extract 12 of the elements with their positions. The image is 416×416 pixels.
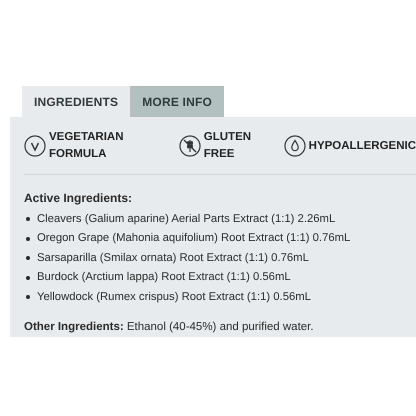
tab[interactable]: INGREDIENTS bbox=[22, 86, 130, 117]
other-ingredients-text: Other Ingredients: Ethanol (40-45%) and purified water. bbox=[24, 320, 315, 335]
tab[interactable]: MORE INFO bbox=[130, 86, 224, 117]
ingredient-item: Yellowdock (Rumex crispus) Root Extract (1:1) 0.56mL bbox=[37, 290, 311, 305]
feature-label: HYPOALLERGENIC bbox=[308, 138, 416, 154]
feature-label: GLUTEN FREE bbox=[204, 130, 252, 162]
ingredient-item: Cleavers (Galium aparine) Aerial Parts Extract (1:1) 2.26mL bbox=[37, 212, 336, 227]
section-heading: Active Ingredients: bbox=[24, 190, 134, 206]
ingredient-item: Burdock (Arctium lappa) Root Extract (1:1) 0.56mL bbox=[37, 270, 291, 286]
ingredient-item: Sarsaparilla (Smilax ornata) Root Extract (1:1) 0.76mL bbox=[37, 250, 309, 266]
feature-label: VEGETARIAN FORMULA bbox=[49, 130, 125, 162]
ingredient-item: Oregon Grape (Mahonia aquifolium) Root Extract (1:1) 0.76mL bbox=[37, 231, 350, 246]
